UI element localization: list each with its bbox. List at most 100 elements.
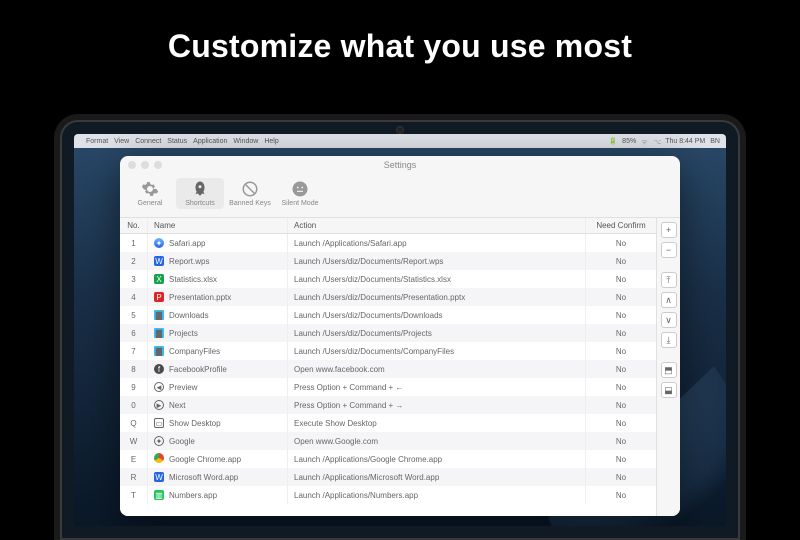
tab-general[interactable]: General bbox=[126, 178, 174, 209]
laptop-frame: Format View Connect Status Application Window… bbox=[60, 120, 740, 540]
cell-confirm: No bbox=[586, 432, 656, 450]
side-button-column: + − ⤒ ∧ ∨ ⤓ ⬒ ⬓ bbox=[656, 218, 680, 516]
cell-action: Launch /Users/diz/Documents/Downloads bbox=[288, 306, 586, 324]
menubar-left: Format View Connect Status Application Window… bbox=[80, 138, 279, 145]
cell-no: R bbox=[120, 468, 148, 486]
cell-action: Launch /Applications/Microsoft Word.app bbox=[288, 468, 586, 486]
table-row[interactable]: 6▇ProjectsLaunch /Users/diz/Documents/Pr… bbox=[120, 324, 656, 342]
menu-window[interactable]: Window bbox=[233, 138, 258, 145]
hero-title: Customize what you use most bbox=[0, 0, 800, 87]
cell-name: X Statistics.xlsx bbox=[148, 270, 288, 288]
cell-confirm: No bbox=[586, 288, 656, 306]
table-row[interactable]: 3XStatistics.xlsxLaunch /Users/diz/Docum… bbox=[120, 270, 656, 288]
table-row[interactable]: 0►NextPress Option + Command + →No bbox=[120, 396, 656, 414]
tab-label: Banned Keys bbox=[226, 200, 274, 207]
menubar-time: Thu 8:44 PM bbox=[665, 138, 705, 145]
row-name-text: Statistics.xlsx bbox=[169, 275, 217, 284]
col-no[interactable]: No. bbox=[120, 218, 148, 233]
cell-name: PPresentation.pptx bbox=[148, 288, 288, 306]
cell-name: WMicrosoft Word.app bbox=[148, 468, 288, 486]
row-name-text: Projects bbox=[169, 329, 198, 338]
cell-confirm: No bbox=[586, 450, 656, 468]
tab-silent[interactable]: Silent Mode bbox=[276, 178, 324, 209]
cell-no: 8 bbox=[120, 360, 148, 378]
tab-banned[interactable]: Banned Keys bbox=[226, 178, 274, 209]
table-row[interactable]: 8fFacebookProfileOpen www.facebook.comNo bbox=[120, 360, 656, 378]
cell-confirm: No bbox=[586, 270, 656, 288]
battery-percent: 85% bbox=[622, 138, 636, 145]
chrome-icon bbox=[154, 453, 164, 465]
down-button[interactable]: ∨ bbox=[661, 312, 677, 328]
folder-icon: ▇ bbox=[154, 328, 164, 338]
window-title: Settings bbox=[120, 160, 680, 170]
cell-name: ✦Google bbox=[148, 432, 288, 450]
menubar-right: 🔋 85% ᯤ ⌥ Thu 8:44 PM BN bbox=[608, 137, 720, 145]
table-row[interactable]: 4PPresentation.pptxLaunch /Users/diz/Doc… bbox=[120, 288, 656, 306]
cell-action: Launch /Users/diz/Documents/CompanyFiles bbox=[288, 342, 586, 360]
tab-label: Silent Mode bbox=[276, 200, 324, 207]
table-row[interactable]: T▥Numbers.appLaunch /Applications/Number… bbox=[120, 486, 656, 504]
menu-application[interactable]: Application bbox=[193, 138, 227, 145]
cell-no: 6 bbox=[120, 324, 148, 342]
cell-name: ▇Downloads bbox=[148, 306, 288, 324]
menu-format[interactable]: Format bbox=[86, 138, 108, 145]
import-button[interactable]: ⬒ bbox=[661, 362, 677, 378]
menu-connect[interactable]: Connect bbox=[135, 138, 161, 145]
col-confirm[interactable]: Need Confirm bbox=[586, 218, 656, 233]
export-button[interactable]: ⬓ bbox=[661, 382, 677, 398]
cell-action: Launch /Users/diz/Documents/Presentation… bbox=[288, 288, 586, 306]
row-name-text: Google Chrome.app bbox=[169, 455, 241, 464]
table-row[interactable]: 5▇DownloadsLaunch /Users/diz/Documents/D… bbox=[120, 306, 656, 324]
next-icon: ► bbox=[154, 400, 164, 410]
cell-no: W bbox=[120, 432, 148, 450]
cell-action: Launch /Applications/Safari.app bbox=[288, 234, 586, 252]
table-row[interactable]: 2WReport.wpsLaunch /Users/diz/Documents/… bbox=[120, 252, 656, 270]
table-row[interactable]: W✦GoogleOpen www.Google.comNo bbox=[120, 432, 656, 450]
cell-name: ▭Show Desktop bbox=[148, 414, 288, 432]
cell-action: Press Option + Command + ← bbox=[288, 378, 586, 396]
col-action[interactable]: Action bbox=[288, 218, 586, 233]
row-name-text: CompanyFiles bbox=[169, 347, 220, 356]
bottom-button[interactable]: ⤓ bbox=[661, 332, 677, 348]
top-button[interactable]: ⤒ bbox=[661, 272, 677, 288]
row-name-text: Safari.app bbox=[169, 239, 205, 248]
menu-view[interactable]: View bbox=[114, 138, 129, 145]
cell-name: ◄ Preview bbox=[148, 378, 288, 396]
cell-action: Open www.Google.com bbox=[288, 432, 586, 450]
cell-confirm: No bbox=[586, 324, 656, 342]
fb-icon: f bbox=[154, 364, 164, 374]
cell-no: T bbox=[120, 486, 148, 504]
prev-icon: ◄ bbox=[154, 382, 164, 392]
cell-confirm: No bbox=[586, 486, 656, 504]
menu-status[interactable]: Status bbox=[167, 138, 187, 145]
cell-confirm: No bbox=[586, 234, 656, 252]
table-row[interactable]: 7▇CompanyFilesLaunch /Users/diz/Document… bbox=[120, 342, 656, 360]
cell-name: ▥Numbers.app bbox=[148, 486, 288, 504]
menu-help[interactable]: Help bbox=[264, 138, 278, 145]
gear-icon bbox=[141, 180, 159, 198]
table-header: No. Name Action Need Confirm bbox=[120, 218, 656, 234]
xls-icon: X bbox=[154, 274, 164, 284]
settings-toolbar: GeneralShortcutsBanned KeysSilent Mode bbox=[120, 174, 680, 218]
up-button[interactable]: ∧ bbox=[661, 292, 677, 308]
cell-name: ►Next bbox=[148, 396, 288, 414]
macos-menubar: Format View Connect Status Application Window… bbox=[74, 134, 726, 148]
tab-shortcuts[interactable]: Shortcuts bbox=[176, 178, 224, 209]
table-row[interactable]: EGoogle Chrome.appLaunch /Applications/G… bbox=[120, 450, 656, 468]
row-name-text: Numbers.app bbox=[169, 491, 217, 500]
row-name-text: Preview bbox=[169, 383, 197, 392]
add-button[interactable]: + bbox=[661, 222, 677, 238]
col-name[interactable]: Name bbox=[148, 218, 288, 233]
cell-confirm: No bbox=[586, 396, 656, 414]
cell-no: 5 bbox=[120, 306, 148, 324]
ppt-icon: P bbox=[154, 292, 164, 302]
table-row[interactable]: RWMicrosoft Word.appLaunch /Applications… bbox=[120, 468, 656, 486]
cell-no: 3 bbox=[120, 270, 148, 288]
wifi-icon: ᯤ bbox=[641, 138, 648, 145]
table-row[interactable]: Q▭Show DesktopExecute Show DesktopNo bbox=[120, 414, 656, 432]
table-row[interactable]: 9◄PreviewPress Option + Command + ←No bbox=[120, 378, 656, 396]
remove-button[interactable]: − bbox=[661, 242, 677, 258]
table-row[interactable]: 1✦Safari.appLaunch /Applications/Safari.… bbox=[120, 234, 656, 252]
shortcuts-panel: No. Name Action Need Confirm 1✦Safari.ap… bbox=[120, 218, 680, 516]
safari-icon: ✦ bbox=[154, 238, 164, 248]
